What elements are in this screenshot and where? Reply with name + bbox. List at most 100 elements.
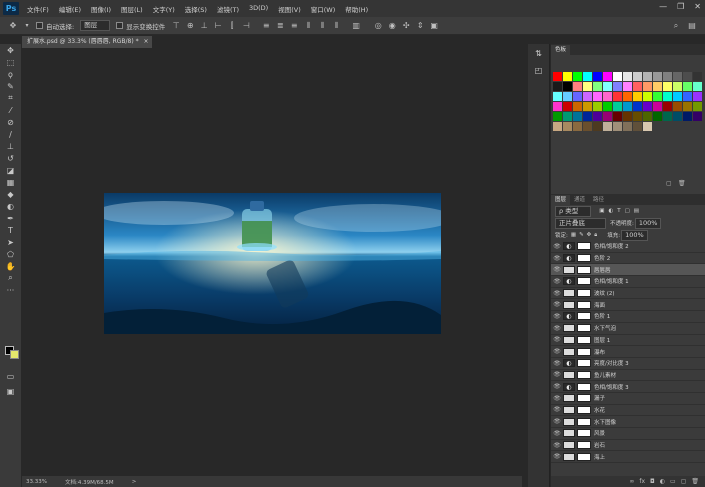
link-layers-icon[interactable]: ∞ [629, 478, 634, 485]
layer-row[interactable]: 👁︎ 水花 [551, 405, 705, 417]
color-swatch[interactable] [573, 72, 582, 81]
lock-all-icon[interactable]: 🔒︎ [594, 232, 597, 239]
distribute-left-icon[interactable]: ⦀ [303, 21, 313, 31]
minimize-button[interactable]: — [659, 2, 667, 11]
color-swatch[interactable] [683, 72, 692, 81]
color-swatch[interactable] [583, 82, 592, 91]
crop-tool-icon[interactable]: ⌗ [0, 92, 21, 104]
color-swatch[interactable] [653, 112, 662, 121]
workspace-menu-icon[interactable]: ▤ [687, 21, 697, 31]
layer-row[interactable]: 👁︎ 鱼儿素材 [551, 370, 705, 382]
color-swatch[interactable] [583, 102, 592, 111]
tab-channels[interactable]: 通道 [570, 195, 589, 205]
layer-row[interactable]: 👁︎ 唇唇唇 [551, 264, 705, 277]
layer-row[interactable]: 👁︎ ◐ 色相/饱和度 3 [551, 381, 705, 393]
align-bottom-icon[interactable]: ⊥ [199, 21, 209, 31]
layer-mask-thumbnail[interactable] [577, 242, 591, 251]
tab-swatches[interactable]: 色板 [551, 45, 571, 55]
3d-rotate-icon[interactable]: ◉ [387, 21, 397, 31]
color-swatch[interactable] [633, 112, 642, 121]
color-swatch[interactable] [643, 72, 652, 81]
menu-item[interactable]: 图像(I) [91, 4, 111, 14]
auto-select-dropdown[interactable]: 图层 [80, 20, 111, 31]
color-swatch[interactable] [553, 82, 562, 91]
dodge-tool-icon[interactable]: ◐ [0, 200, 21, 212]
layer-row[interactable]: 👁︎ 水下图像 [551, 416, 705, 428]
visibility-eye-icon[interactable]: 👁︎ [551, 266, 563, 273]
color-swatch[interactable] [583, 72, 592, 81]
color-swatch[interactable] [683, 82, 692, 91]
layer-row[interactable]: 👁︎ 风景 [551, 428, 705, 440]
color-swatch[interactable] [563, 102, 572, 111]
move-tool-icon[interactable]: ✥ [8, 21, 18, 31]
color-swatch[interactable] [573, 122, 582, 131]
color-swatch[interactable] [593, 122, 602, 131]
menu-item[interactable]: 编辑(E) [59, 4, 81, 14]
distribute-hcenter-icon[interactable]: ⦀ [317, 21, 327, 31]
delete-layer-icon[interactable]: 🗑︎ [691, 478, 699, 485]
layer-row[interactable]: 👁︎ ◐ 色相/饱和度 2 [551, 241, 705, 253]
layer-mask-thumbnail[interactable] [577, 382, 591, 391]
color-swatch[interactable] [673, 112, 682, 121]
color-swatch[interactable] [553, 102, 562, 111]
color-swatch[interactable] [643, 92, 652, 101]
align-hcenter-icon[interactable]: ⫿ [227, 21, 237, 31]
new-adjustment-icon[interactable]: ◐ [660, 478, 665, 485]
layer-row[interactable]: 👁︎ 水下气泡 [551, 323, 705, 335]
layer-mask-thumbnail[interactable] [577, 289, 591, 298]
quick-select-tool-icon[interactable]: ✎ [0, 80, 21, 92]
workspace-search-icon[interactable]: ⌕ [671, 21, 681, 31]
align-top-icon[interactable]: ⊤ [171, 21, 181, 31]
hand-tool-icon[interactable]: ✋ [0, 260, 21, 272]
brush-tool-icon[interactable]: ∕ [0, 128, 21, 140]
align-vcenter-icon[interactable]: ⊕ [185, 21, 195, 31]
layer-mask-thumbnail[interactable] [577, 370, 591, 379]
3d-pan-icon[interactable]: ✣ [401, 21, 411, 31]
auto-select-checkbox[interactable]: 自动选择: [36, 21, 74, 31]
new-group-icon[interactable]: ▭ [670, 478, 676, 485]
visibility-eye-icon[interactable]: 👁︎ [551, 301, 563, 308]
new-layer-icon[interactable]: ▢ [681, 478, 687, 485]
status-menu-arrow[interactable]: > [132, 479, 137, 485]
visibility-eye-icon[interactable]: 👁︎ [551, 278, 563, 285]
layer-mask-thumbnail[interactable] [577, 300, 591, 309]
color-swatch[interactable] [593, 112, 602, 121]
visibility-eye-icon[interactable]: 👁︎ [551, 243, 563, 250]
filter-smart-icon[interactable]: ▤ [634, 208, 639, 214]
layer-mask-thumbnail[interactable] [577, 429, 591, 438]
color-swatch[interactable] [613, 72, 622, 81]
filter-shape-icon[interactable]: ▢ [625, 208, 630, 214]
menu-item[interactable]: 文字(Y) [153, 4, 175, 14]
color-swatch[interactable] [613, 92, 622, 101]
color-swatch[interactable] [563, 92, 572, 101]
color-swatch[interactable] [553, 92, 562, 101]
color-swatch[interactable] [633, 102, 642, 111]
visibility-eye-icon[interactable]: 👁︎ [551, 360, 563, 367]
color-swatch[interactable] [653, 92, 662, 101]
color-swatch[interactable] [623, 122, 632, 131]
layer-mask-thumbnail[interactable] [577, 335, 591, 344]
gradient-tool-icon[interactable]: ▦ [0, 176, 21, 188]
color-swatch[interactable] [683, 112, 692, 121]
visibility-eye-icon[interactable]: 👁︎ [551, 255, 563, 262]
tab-layers[interactable]: 图层 [551, 195, 571, 205]
visibility-eye-icon[interactable]: 👁︎ [551, 406, 563, 413]
blend-mode-dropdown[interactable]: 正片叠底 [555, 217, 606, 229]
move-tool-icon[interactable]: ✥ [0, 44, 21, 56]
color-swatch[interactable] [583, 112, 592, 121]
layer-mask-thumbnail[interactable] [577, 347, 591, 356]
screen-mode-icon[interactable]: ▣ [0, 385, 21, 397]
3d-slide-icon[interactable]: ⇕ [415, 21, 425, 31]
history-panel-icon[interactable]: ⇅ [532, 49, 546, 61]
color-swatch[interactable] [653, 102, 662, 111]
color-swatch[interactable] [683, 92, 692, 101]
layer-row[interactable]: 👁︎ 图层 1 [551, 335, 705, 347]
3d-mode-icon[interactable]: ◎ [373, 21, 383, 31]
filter-pixel-icon[interactable]: ▣ [599, 208, 604, 214]
color-swatch[interactable] [563, 112, 572, 121]
layer-row[interactable]: 👁︎ 海上 [551, 451, 705, 464]
color-swatch[interactable] [693, 72, 702, 81]
color-swatch[interactable] [643, 122, 652, 131]
menu-item[interactable]: 文件(F) [27, 4, 49, 14]
layer-mask-thumbnail[interactable] [577, 359, 591, 368]
